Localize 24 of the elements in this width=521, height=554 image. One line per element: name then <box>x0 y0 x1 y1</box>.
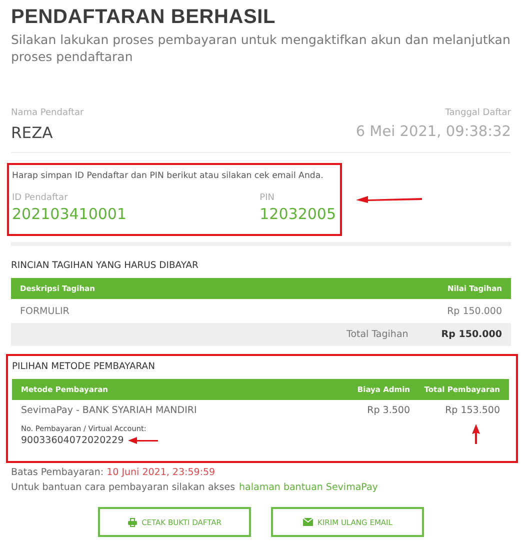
pin-value: 12032005 <box>260 205 336 223</box>
va-number: 90033604072020229 <box>21 435 124 446</box>
table-cell: Rp 153.500 <box>445 405 500 416</box>
help-text: Untuk bantuan cara pembayaran silakan akses <box>11 482 236 493</box>
total-label: Total Tagihan <box>346 329 408 340</box>
table-cell: Rp 150.000 <box>447 306 502 316</box>
deadline-text: Batas Pembayaran: 10 Juni 2021, 23:59:59 <box>11 467 216 478</box>
table-cell: FORMULIR <box>20 306 70 316</box>
date-label: Tanggal Daftar <box>445 108 511 118</box>
pin-label: PIN <box>260 193 276 203</box>
section-title: RINCIAN TAGIHAN YANG HARUS DIBAYAR <box>11 260 200 271</box>
notice-text: Harap simpan ID Pendaftar dan PIN berikut atau silakan cek email Anda. <box>12 171 324 181</box>
registrant-name: REZA <box>11 124 54 142</box>
total-value: Rp 150.000 <box>441 329 502 340</box>
page-subtitle: Silakan lakukan proses pembayaran untuk mengaktifkan akun dan melanjutkan proses pendaftaran <box>11 31 511 65</box>
registrant-id: 202103410001 <box>12 205 128 223</box>
registration-date: 6 Mei 2021, 09:38:32 <box>356 124 511 140</box>
section-title: PILIHAN METODE PEMBAYARAN <box>12 361 156 372</box>
help-link[interactable]: halaman bantuan SevimaPay <box>239 482 378 493</box>
id-label: ID Pendaftar <box>12 193 69 203</box>
table-cell-text: Rp 3.500 <box>366 405 410 418</box>
name-label: Nama Pendaftar <box>11 108 84 118</box>
payment-method: SevimaPay - BANK SYARIAH MANDIRI <box>21 405 198 416</box>
page-title: PENDAFTARAN BERHASIL <box>11 6 277 29</box>
